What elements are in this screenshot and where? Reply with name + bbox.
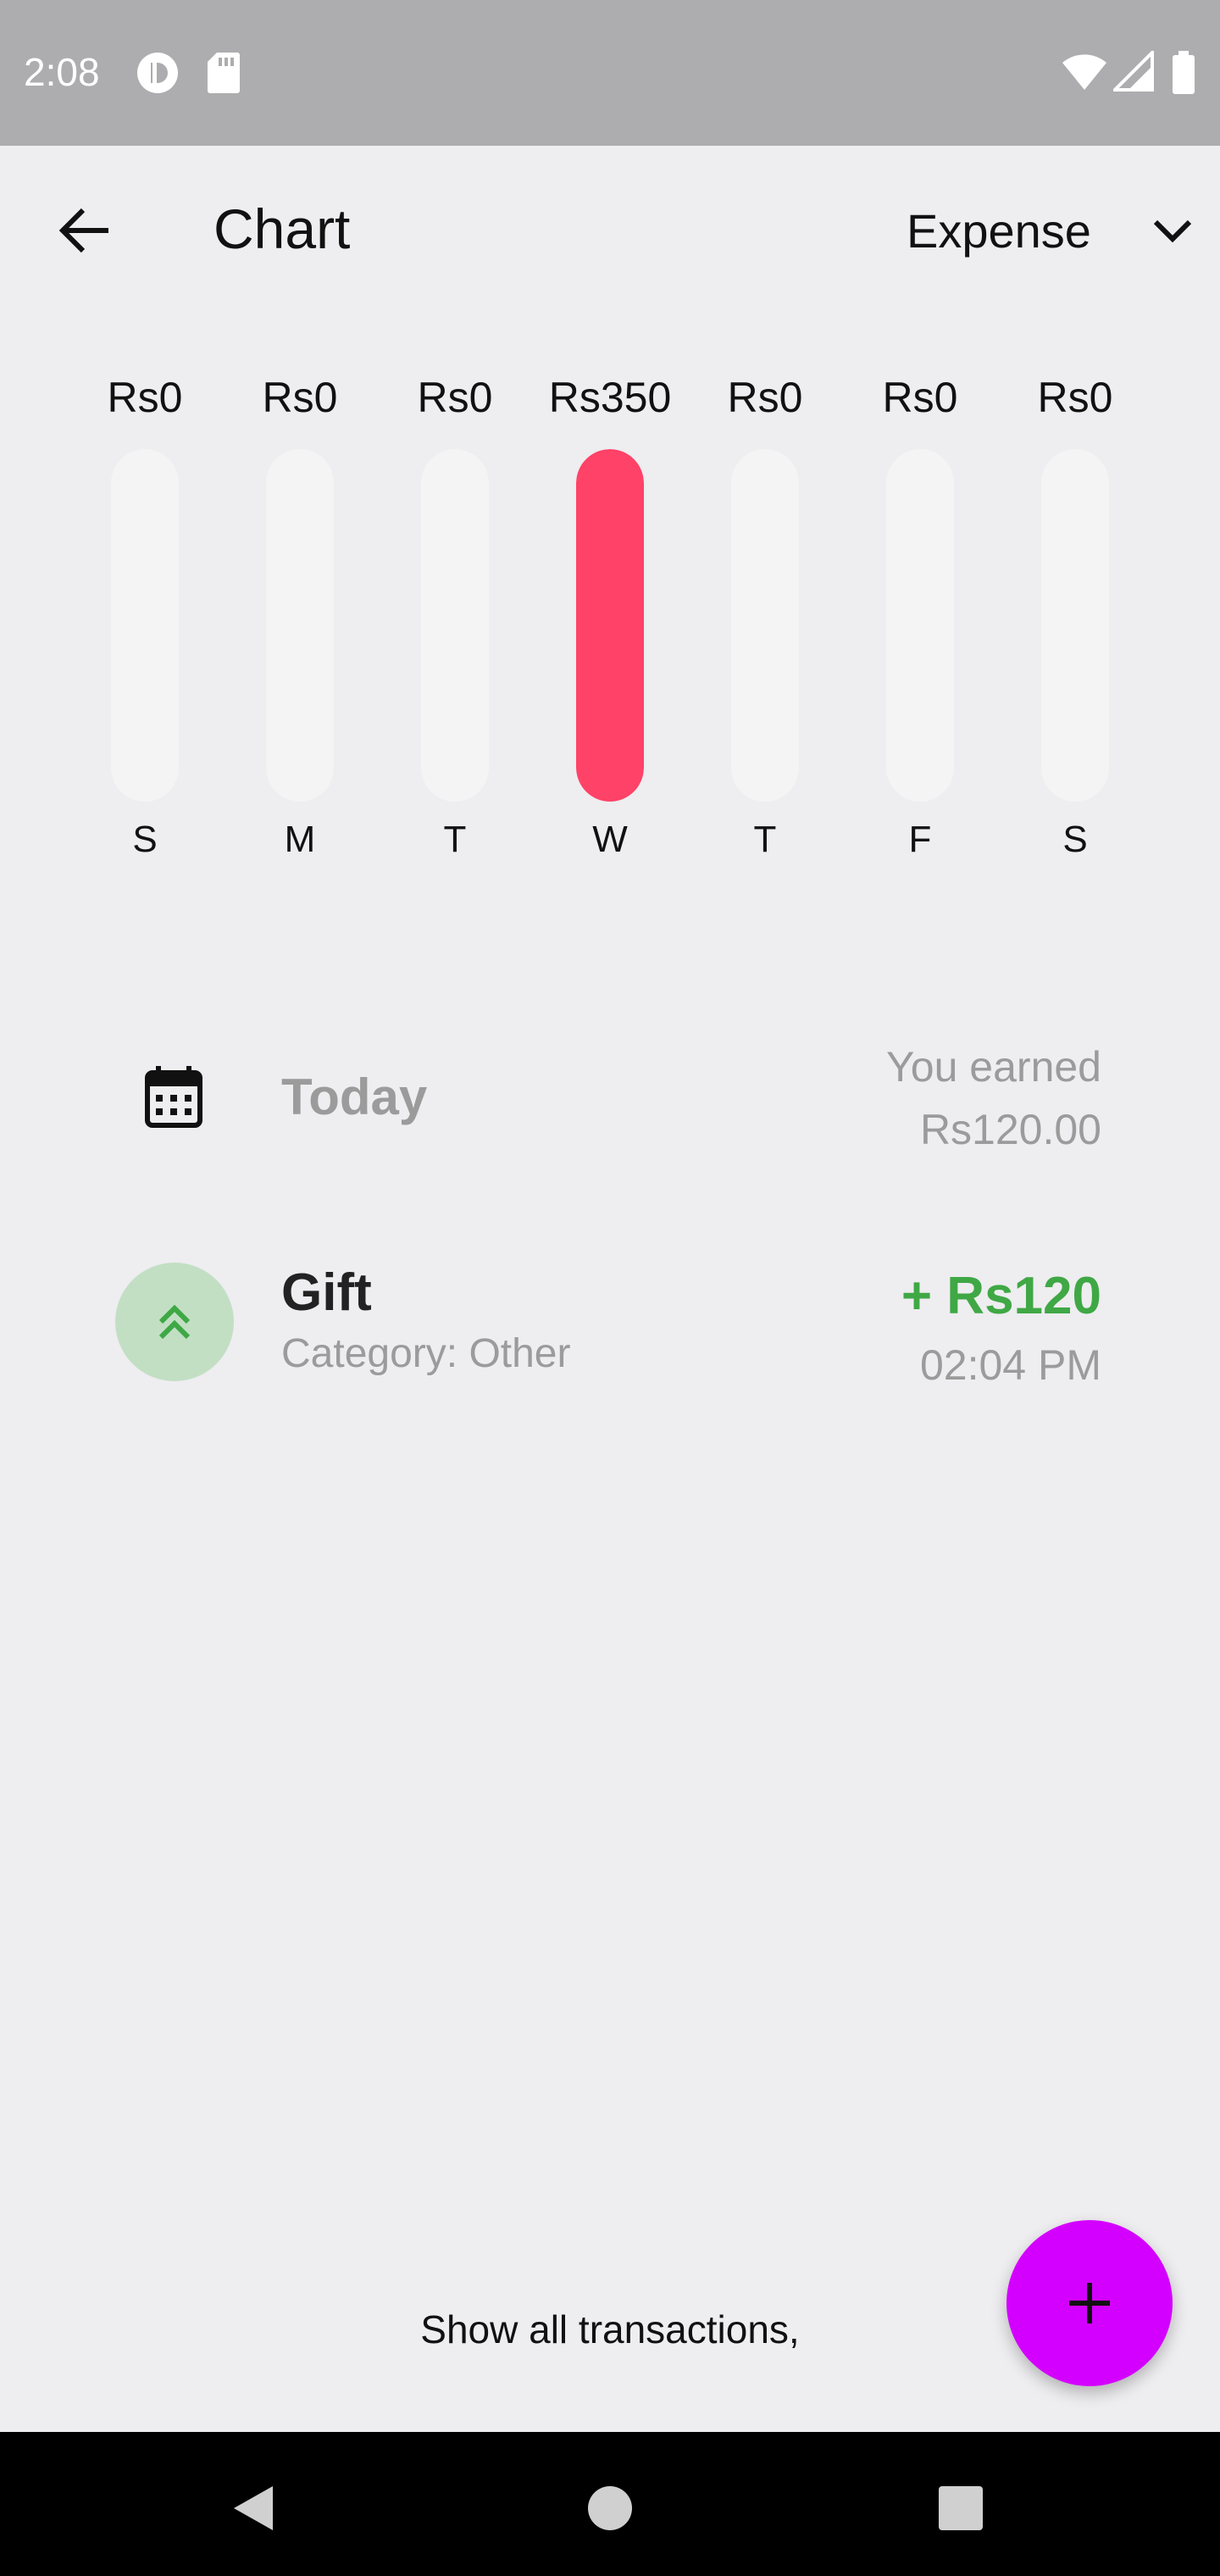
transaction-name: Gift <box>281 1263 372 1322</box>
bar-value-label: Rs0 <box>882 374 958 421</box>
earned-amount: Rs120.00 <box>919 1106 1101 1153</box>
double-chevron-up-icon <box>158 1304 191 1340</box>
bar-track <box>1041 449 1109 802</box>
wifi-icon <box>1061 51 1108 96</box>
arrow-left-icon <box>58 208 108 253</box>
bar-track <box>421 449 489 802</box>
add-transaction-button[interactable] <box>1006 2220 1173 2386</box>
date-group-label: Today <box>281 1069 428 1125</box>
status-bar: 2:08 <box>0 0 1220 146</box>
battery-icon <box>1171 51 1196 99</box>
earned-label: You earned <box>886 1043 1101 1091</box>
transaction-item[interactable]: Gift Category: Other + Rs120 02:04 PM <box>0 1254 1220 1407</box>
status-time: 2:08 <box>24 50 100 94</box>
triangle-back-icon <box>234 2486 273 2530</box>
transaction-time: 02:04 PM <box>919 1341 1101 1389</box>
day-summary: Today You earned Rs120.00 <box>0 1025 1220 1161</box>
bar-value-label: Rs0 <box>727 374 803 421</box>
calendar-icon <box>144 1064 203 1133</box>
bar-track <box>111 449 179 802</box>
transaction-amount: + Rs120 <box>901 1267 1101 1325</box>
chevron-down-icon <box>1153 219 1192 243</box>
day-tick-label: F <box>908 819 932 860</box>
nav-recents-button[interactable] <box>918 2466 1003 2551</box>
circle-home-icon <box>588 2486 632 2530</box>
nav-home-button[interactable] <box>568 2466 652 2551</box>
back-button[interactable] <box>42 188 127 273</box>
transaction-category: Category: Other <box>281 1331 571 1376</box>
type-dropdown[interactable]: Expense <box>907 188 1195 273</box>
cell-signal-icon <box>1111 48 1154 96</box>
sd-card-icon <box>207 51 241 99</box>
bar-track <box>731 449 799 802</box>
day-tick-label: S <box>132 819 158 860</box>
nav-back-button[interactable] <box>212 2466 297 2551</box>
square-recents-icon <box>939 2486 983 2530</box>
bar-track <box>266 449 334 802</box>
bar-value-label: Rs0 <box>1037 374 1113 421</box>
page-title: Chart <box>214 197 351 260</box>
bar <box>576 449 644 802</box>
day-tick-label: W <box>592 819 628 860</box>
type-dropdown-value: Expense <box>907 203 1091 258</box>
bar-value-label: Rs0 <box>417 374 493 421</box>
weekly-expense-chart: Rs0 S Rs0 M Rs0 T Rs350 W Rs0 T Rs0 F Rs0 S <box>0 373 1220 881</box>
bar-track <box>886 449 954 802</box>
bar-value-label: Rs0 <box>262 374 338 421</box>
notification-app-icon <box>136 51 180 99</box>
bar-value-label: Rs0 <box>107 374 183 421</box>
income-avatar <box>115 1263 234 1381</box>
day-tick-label: T <box>753 819 777 860</box>
bar-value-label: Rs350 <box>548 374 672 421</box>
day-tick-label: S <box>1062 819 1088 860</box>
app-bar: Chart Expense <box>0 146 1220 315</box>
day-tick-label: M <box>284 819 316 860</box>
day-tick-label: T <box>443 819 467 860</box>
plus-icon <box>1069 2283 1110 2323</box>
system-nav-bar <box>0 2432 1220 2576</box>
bar-track <box>576 449 644 802</box>
